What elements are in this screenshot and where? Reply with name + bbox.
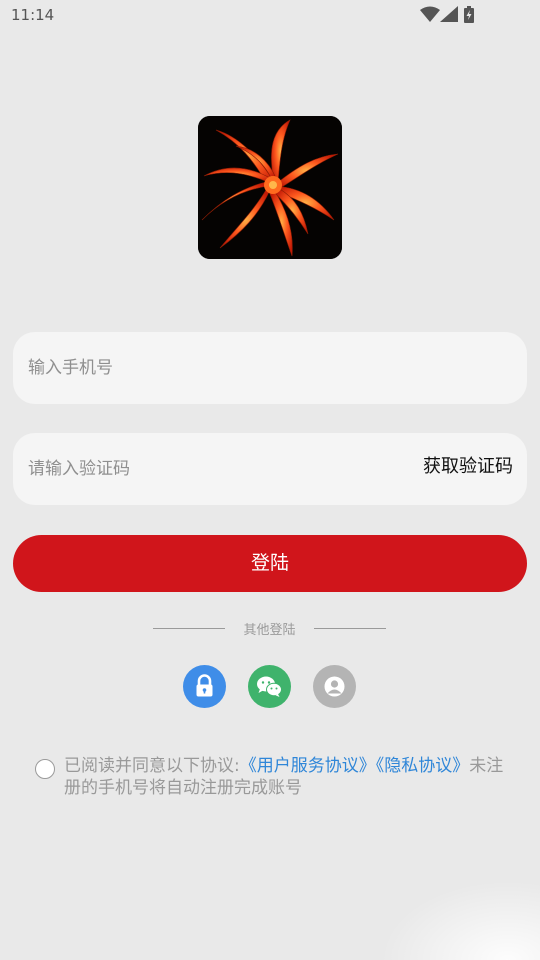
status-bar: 11:14 xyxy=(0,0,540,32)
phone-input[interactable] xyxy=(28,332,388,404)
other-login-label: 其他登陆 xyxy=(243,623,296,638)
code-input[interactable] xyxy=(28,433,388,505)
divider-right xyxy=(314,628,386,629)
red-flower-logo-icon xyxy=(198,116,342,259)
get-code-button[interactable]: 获取验证码 xyxy=(423,452,513,478)
lock-icon xyxy=(196,674,213,697)
signal-icon xyxy=(440,6,458,22)
status-time: 11:14 xyxy=(11,6,55,24)
user-agreement-link[interactable]: 《用户服务协议》 xyxy=(240,756,376,776)
password-login-button[interactable] xyxy=(183,665,226,708)
guest-login-button[interactable] xyxy=(313,665,356,708)
wechat-icon xyxy=(257,676,282,697)
privacy-policy-link[interactable]: 《隐私协议》 xyxy=(376,756,470,776)
agreement-prefix: 已阅读并同意以下协议: xyxy=(64,756,240,776)
wechat-login-button[interactable] xyxy=(248,665,291,708)
battery-charging-icon xyxy=(464,6,474,23)
login-screen: 11:14 输入手机号 请输入验证码 获取验证码 登陆 其他登陆 已阅读并同意以… xyxy=(0,0,540,960)
agreement-checkbox[interactable] xyxy=(35,759,55,779)
corner-glow xyxy=(380,880,540,960)
phone-field[interactable] xyxy=(13,332,527,404)
wifi-icon xyxy=(420,6,440,22)
code-field[interactable]: 获取验证码 xyxy=(13,433,527,505)
divider-left xyxy=(153,628,225,629)
agreement-text: 已阅读并同意以下协议:《用户服务协议》《隐私协议》未注册的手机号将自动注册完成账… xyxy=(64,755,504,799)
guest-user-icon xyxy=(324,676,345,697)
login-button[interactable]: 登陆 xyxy=(13,535,527,592)
